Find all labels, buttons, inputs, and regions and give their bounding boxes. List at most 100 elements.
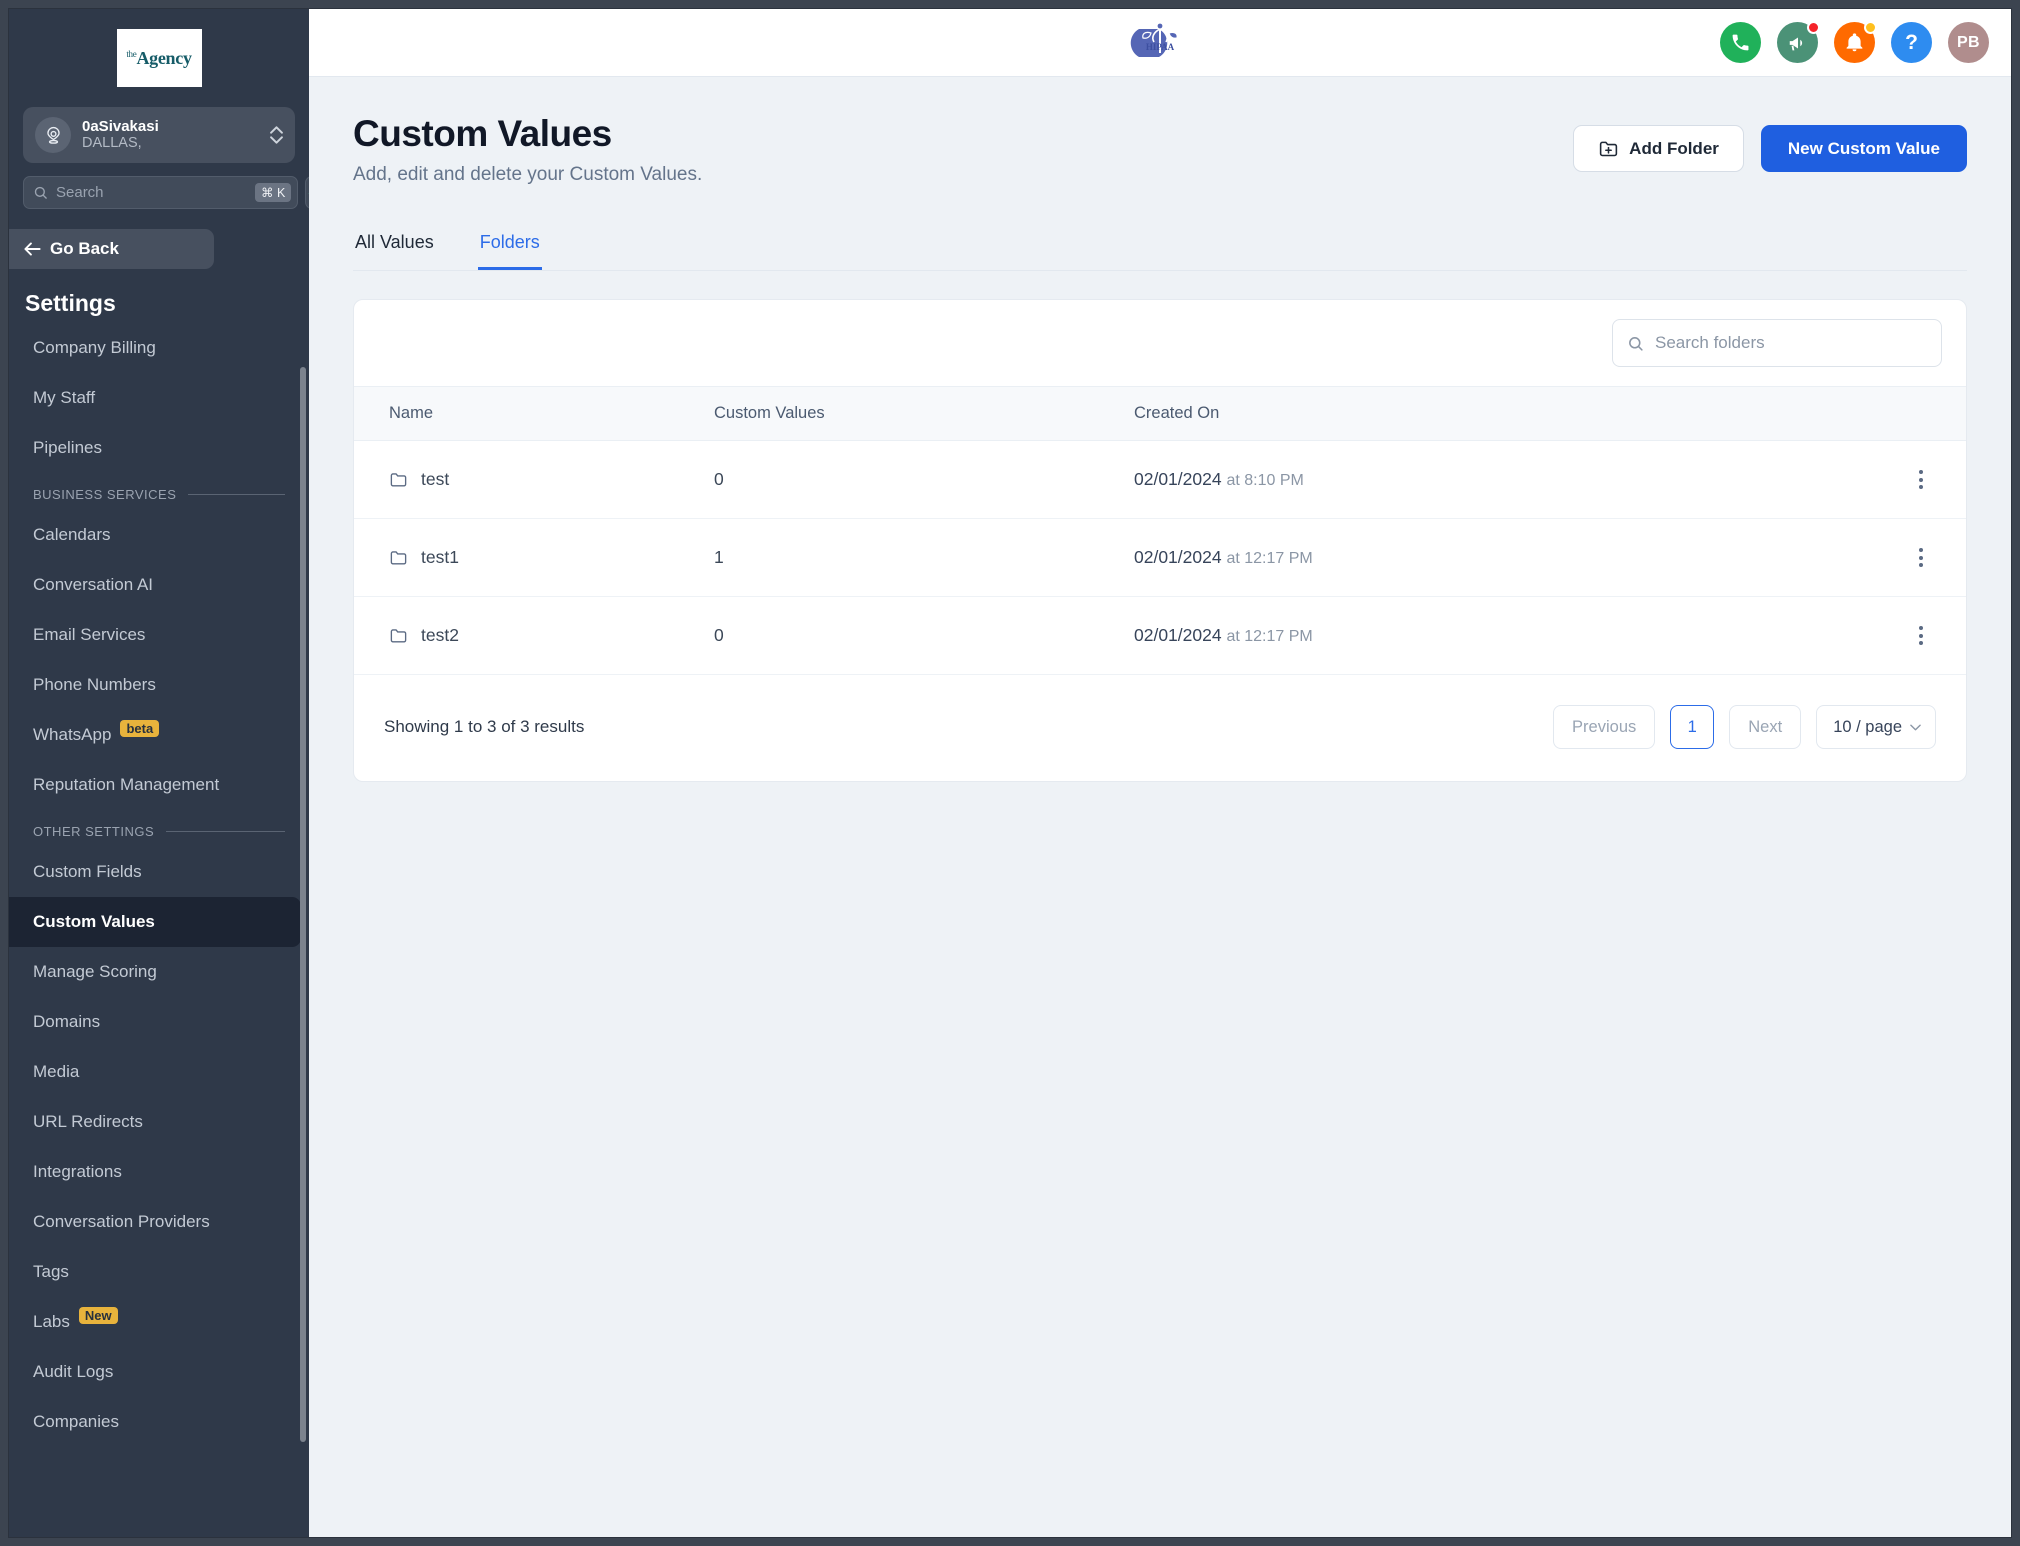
sidebar-item-label: Reputation Management [33, 775, 220, 794]
sidebar-item-label: WhatsApp [33, 725, 112, 744]
help-icon[interactable]: ? [1891, 22, 1932, 63]
row-menu-icon[interactable] [1876, 626, 1966, 645]
created-date: 02/01/2024 [1134, 625, 1222, 645]
page-size-select[interactable]: 10 / page [1816, 705, 1936, 749]
created-date: 02/01/2024 [1134, 547, 1222, 567]
previous-page-button[interactable]: Previous [1553, 705, 1656, 749]
chevron-down-icon [1910, 724, 1921, 730]
go-back-button[interactable]: Go Back [9, 229, 214, 269]
sidebar-item-whatsapp[interactable]: WhatsApp beta [9, 710, 309, 760]
sidebar-item-badge: beta [120, 719, 160, 737]
add-folder-button[interactable]: Add Folder [1573, 125, 1744, 172]
folders-card: Name Custom Values Created On test002/01… [353, 299, 1967, 782]
new-custom-value-label: New Custom Value [1787, 138, 1940, 158]
table-row[interactable]: test2 0 02/01/2024 at 12:17 PM [354, 596, 1966, 675]
new-custom-value-button[interactable]: New Custom Value [1760, 125, 1967, 172]
sidebar-item-integrations[interactable]: Integrations [9, 1147, 309, 1197]
folder-name: test2 [421, 625, 459, 645]
page-title: Custom Values [353, 113, 612, 154]
sidebar-item-conversation-ai[interactable]: Conversation AI [9, 560, 309, 610]
logo-prefix: the [126, 48, 137, 59]
folder-icon [390, 551, 407, 565]
sidebar-item-company-billing[interactable]: Company Billing [9, 323, 309, 373]
sidebar-item-label: Company Billing [33, 338, 156, 357]
sidebar-item-companies[interactable]: Companies [9, 1397, 309, 1447]
sidebar-item-label: My Staff [33, 388, 96, 407]
sidebar-item-label: Tags [33, 1262, 69, 1281]
divider [188, 494, 285, 495]
tab-bar: All Values Folders [353, 226, 1967, 271]
sidebar-search-box[interactable]: ⌘ K [23, 176, 299, 209]
sidebar-item-domains[interactable]: Domains [9, 997, 309, 1047]
cell-actions [1876, 596, 1966, 675]
page-number-1[interactable]: 1 [1670, 705, 1715, 749]
tab-folders[interactable]: Folders [477, 226, 542, 270]
main-area: HIPAA ? PB Custom Values Add, edit and d… [309, 9, 2011, 1537]
sidebar-item-my-staff[interactable]: My Staff [9, 373, 309, 423]
sidebar-item-url-redirects[interactable]: URL Redirects [9, 1097, 309, 1147]
sidebar-item-label: Manage Scoring [33, 962, 157, 981]
app-window: theAgency 0aSivakasi DALLAS, Search ⌘ K … [8, 8, 2012, 1538]
column-header-custom-values: Custom Values [714, 386, 1134, 441]
column-header-actions [1876, 386, 1966, 441]
cell-created-on: 02/01/2024 at 8:10 PM [1134, 440, 1876, 519]
page-subtitle: Add, edit and delete your Custom Values. [353, 164, 703, 185]
page-header: Custom Values Add, edit and delete your … [353, 113, 1967, 186]
chevron-updown-icon [270, 126, 283, 144]
page-content: Custom Values Add, edit and delete your … [309, 77, 2011, 1537]
sidebar-item-audit-logs[interactable]: Audit Logs [9, 1347, 309, 1397]
row-menu-icon[interactable] [1876, 548, 1966, 567]
sidebar-item-pipelines[interactable]: Pipelines [9, 423, 309, 473]
sidebar-item-label: Audit Logs [33, 1362, 114, 1381]
next-page-button[interactable]: Next [1729, 705, 1802, 749]
sidebar-item-labs[interactable]: Labs New [9, 1297, 309, 1347]
created-time: at 12:17 PM [1226, 628, 1313, 645]
sidebar-item-label: Email Services [33, 625, 146, 644]
cell-name: test2 [354, 596, 714, 675]
location-pin-icon [35, 117, 71, 153]
sidebar-item-label: Conversation Providers [33, 1212, 210, 1231]
search-folders-input[interactable] [1655, 333, 1927, 353]
sidebar-item-manage-scoring[interactable]: Manage Scoring [9, 947, 309, 997]
sidebar: theAgency 0aSivakasi DALLAS, Search ⌘ K … [9, 9, 309, 1537]
bell-icon[interactable] [1834, 21, 1877, 63]
sidebar-item-reputation-management[interactable]: Reputation Management [9, 760, 309, 810]
nav-section-business-services: BUSINESS SERVICES [9, 473, 309, 510]
phone-icon[interactable] [1720, 22, 1761, 63]
table-row[interactable]: test 0 02/01/2024 at 8:10 PM [354, 440, 1966, 519]
search-icon [33, 185, 48, 200]
search-input[interactable] [56, 184, 255, 201]
table-row[interactable]: test1 1 02/01/2024 at 12:17 PM [354, 518, 1966, 597]
account-selector[interactable]: 0aSivakasi DALLAS, [23, 107, 295, 163]
sidebar-item-custom-values[interactable]: Custom Values [9, 897, 301, 947]
sidebar-item-label: Domains [33, 1012, 101, 1031]
sidebar-item-custom-fields[interactable]: Custom Fields [9, 847, 309, 897]
folder-name: test1 [421, 547, 459, 567]
cell-name: test1 [354, 518, 714, 597]
sidebar-scrollbar[interactable] [300, 367, 306, 1442]
divider [166, 831, 285, 832]
page-size-label: 10 / page [1833, 717, 1902, 736]
avatar[interactable]: PB [1948, 22, 1989, 63]
sidebar-item-email-services[interactable]: Email Services [9, 610, 309, 660]
brand-logo[interactable]: theAgency [9, 9, 309, 103]
cell-custom-values-count: 0 [714, 596, 1134, 675]
cell-actions [1876, 518, 1966, 597]
folder-search-box[interactable] [1612, 319, 1942, 367]
card-toolbar [354, 300, 1966, 386]
folder-plus-icon [1600, 141, 1618, 157]
created-time: at 8:10 PM [1226, 472, 1304, 489]
megaphone-icon[interactable] [1777, 21, 1820, 63]
created-date: 02/01/2024 [1134, 469, 1222, 489]
tab-all-values[interactable]: All Values [353, 226, 436, 270]
lightning-bolt-icon[interactable] [305, 176, 309, 209]
notification-dot [1864, 21, 1877, 34]
sidebar-item-conversation-providers[interactable]: Conversation Providers [9, 1197, 309, 1247]
sidebar-item-media[interactable]: Media [9, 1047, 309, 1097]
sidebar-item-tags[interactable]: Tags [9, 1247, 309, 1297]
row-menu-icon[interactable] [1876, 470, 1966, 489]
sidebar-item-phone-numbers[interactable]: Phone Numbers [9, 660, 309, 710]
top-icon-group: ? PB [1720, 21, 1989, 63]
tab-label: All Values [355, 232, 434, 252]
sidebar-item-calendars[interactable]: Calendars [9, 510, 309, 560]
